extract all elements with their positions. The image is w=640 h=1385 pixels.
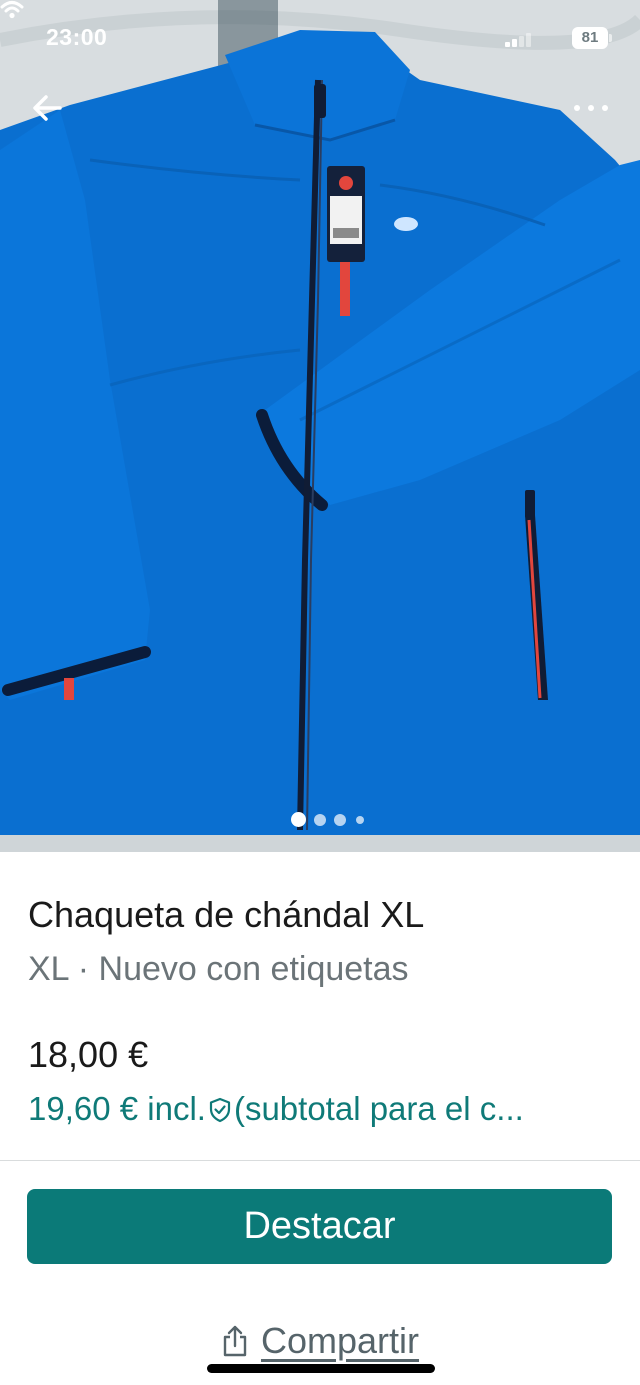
arrow-left-icon xyxy=(33,95,62,121)
shield-check-icon xyxy=(209,1097,231,1123)
price-incl-amount: 19,60 € incl. xyxy=(28,1090,206,1127)
pagination-dot-2[interactable] xyxy=(314,814,326,826)
pagination-dot-1[interactable] xyxy=(291,812,306,827)
battery-icon: 81 xyxy=(572,27,612,49)
signal-icon xyxy=(505,31,533,47)
pagination-dot-4[interactable] xyxy=(356,816,364,824)
product-price: 18,00 € xyxy=(28,1034,149,1075)
jacket-image xyxy=(0,0,640,852)
share-button[interactable]: Compartir xyxy=(0,1320,640,1370)
gallery-pagination xyxy=(0,810,640,828)
share-icon xyxy=(223,1325,247,1357)
more-options-button[interactable] xyxy=(566,92,616,124)
product-info: Chaqueta de chándal XL XL · Nuevo con et… xyxy=(0,852,640,1385)
home-indicator[interactable] xyxy=(207,1364,435,1373)
divider xyxy=(0,1160,640,1161)
battery-level: 81 xyxy=(572,27,608,49)
status-time: 23:00 xyxy=(46,24,108,50)
price-incl-note: (subtotal para el c... xyxy=(233,1090,524,1127)
product-subtitle: XL · Nuevo con etiquetas xyxy=(28,950,409,988)
pagination-dot-3[interactable] xyxy=(334,814,346,826)
status-bar: 23:00 81 xyxy=(0,0,640,74)
share-label: Compartir xyxy=(260,1320,420,1361)
product-photo[interactable]: 23:00 81 xyxy=(0,0,640,852)
back-button[interactable] xyxy=(28,88,68,128)
wifi-icon xyxy=(0,1,24,19)
feature-button[interactable]: Destacar xyxy=(27,1189,612,1264)
price-with-protection[interactable]: 19,60 € incl. (subtotal para el c... xyxy=(28,1090,628,1128)
product-title: Chaqueta de chándal XL xyxy=(28,894,425,935)
